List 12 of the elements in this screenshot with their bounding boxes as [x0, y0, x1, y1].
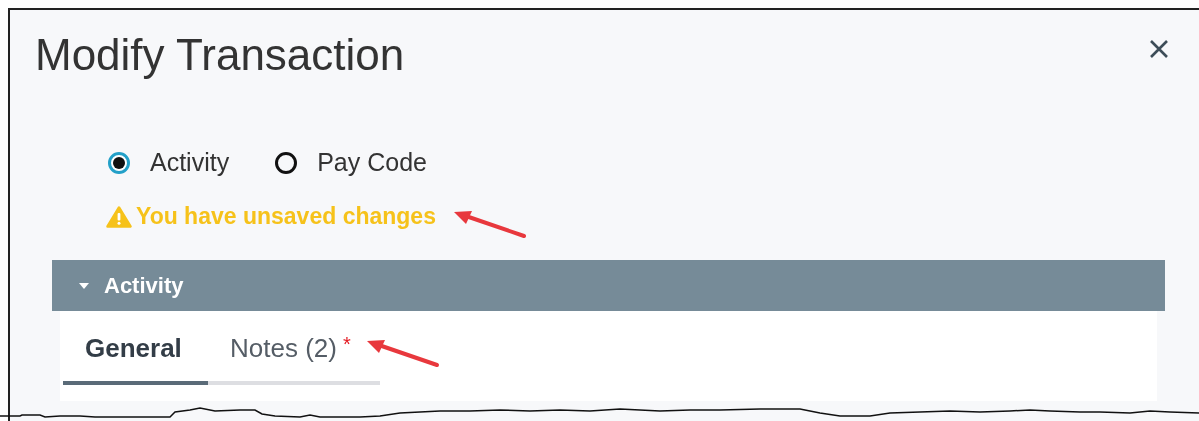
required-marker: * [342, 333, 351, 355]
warning-icon [106, 205, 132, 228]
dialog-title: Modify Transaction [35, 30, 405, 80]
section-header[interactable]: Activity [52, 260, 1165, 311]
radio-button[interactable] [108, 151, 130, 174]
radio-label[interactable]: Pay Code [317, 148, 427, 177]
warning-message: You have unsaved changes [136, 203, 436, 230]
radio-label[interactable]: Activity [150, 148, 230, 177]
section-title: Activity [104, 272, 184, 299]
radio-button[interactable] [275, 151, 298, 174]
tab[interactable]: General [63, 333, 208, 385]
tab[interactable]: Notes (2) * [208, 333, 351, 385]
